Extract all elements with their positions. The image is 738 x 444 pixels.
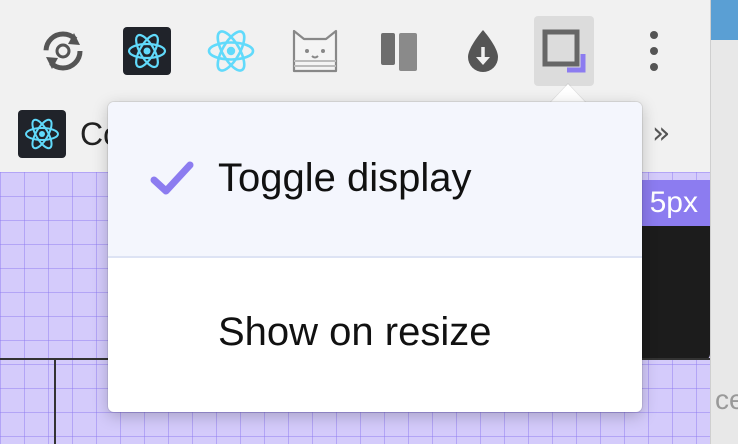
react-icon xyxy=(25,118,59,150)
more-vert-icon xyxy=(650,31,658,71)
menu-item-label: Show on resize xyxy=(218,310,492,354)
sync-icon xyxy=(43,31,83,71)
adjacent-window-strip: ce xyxy=(710,0,738,444)
react-devtools-dark-icon xyxy=(123,27,171,75)
box-resize-extension-button[interactable] xyxy=(534,16,594,86)
panels-extension-button[interactable] xyxy=(369,16,429,86)
box-resize-icon xyxy=(542,29,586,73)
menu-item-toggle-display[interactable]: Toggle display xyxy=(108,102,642,256)
extensions-toolbar xyxy=(0,0,710,100)
bookmark-favicon[interactable] xyxy=(18,110,66,158)
menu-item-label: Toggle display xyxy=(218,156,472,200)
cat-extension-button[interactable] xyxy=(285,16,345,86)
outlined-block xyxy=(0,358,56,444)
drop-download-icon xyxy=(468,30,498,72)
adjacent-window-text: ce xyxy=(715,384,738,415)
extension-popup-menu: Toggle display Show on resize xyxy=(108,102,642,412)
popup-arrow xyxy=(550,84,586,103)
react-devtools-button[interactable] xyxy=(117,16,177,86)
panels-icon xyxy=(381,33,417,71)
sync-extension-button[interactable] xyxy=(33,16,93,86)
cat-icon xyxy=(292,29,338,73)
drop-download-extension-button[interactable] xyxy=(453,16,513,86)
menu-item-show-on-resize[interactable]: Show on resize xyxy=(108,258,642,412)
checkmark-icon xyxy=(150,161,194,195)
react-extension-button[interactable] xyxy=(201,16,261,86)
bookmarks-overflow-button[interactable]: » xyxy=(652,116,670,151)
more-menu-button[interactable] xyxy=(624,16,684,86)
adjacent-window-header xyxy=(711,0,738,40)
react-icon xyxy=(207,30,255,72)
